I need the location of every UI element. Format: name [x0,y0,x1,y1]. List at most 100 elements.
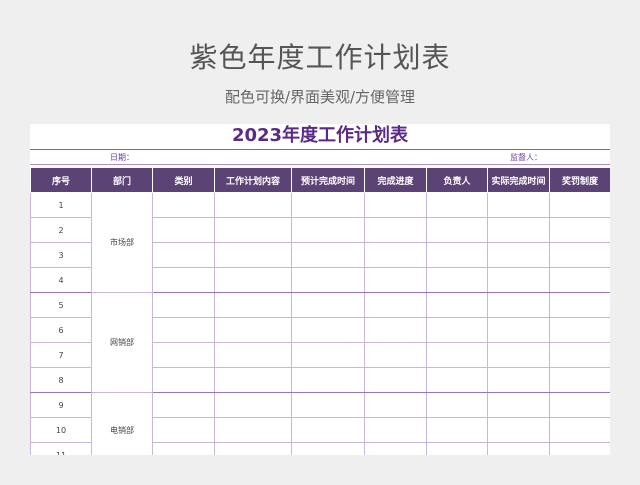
table-cell[interactable] [214,317,292,343]
table-cell[interactable] [214,392,292,418]
table-cell[interactable] [426,367,488,393]
row-number[interactable]: 11 [30,442,92,455]
table-cell[interactable] [549,242,610,268]
table-cell[interactable] [364,317,427,343]
table-cell[interactable] [487,417,550,443]
table-cell[interactable] [152,217,215,243]
table-cell[interactable] [549,367,610,393]
table-cell[interactable] [291,417,365,443]
table-cell[interactable] [549,417,610,443]
table-cell[interactable] [549,342,610,368]
column-header[interactable]: 工作计划内容 [214,167,292,193]
table-cell[interactable] [487,442,550,455]
table-cell[interactable] [291,442,365,455]
column-header[interactable]: 预计完成时间 [291,167,365,193]
table-cell[interactable] [152,367,215,393]
table-cell[interactable] [152,417,215,443]
table-cell[interactable] [291,317,365,343]
table-cell[interactable] [214,192,292,218]
row-number[interactable]: 2 [30,217,92,243]
table-cell[interactable] [549,267,610,293]
table-cell[interactable] [214,367,292,393]
table-cell[interactable] [487,267,550,293]
column-header[interactable]: 实际完成时间 [487,167,550,193]
table-cell[interactable] [426,267,488,293]
table-cell[interactable] [152,192,215,218]
table-cell[interactable] [214,242,292,268]
table-cell[interactable] [291,342,365,368]
row-number[interactable]: 6 [30,317,92,343]
table-cell[interactable] [364,392,427,418]
table-cell[interactable] [291,267,365,293]
column-header[interactable]: 奖罚制度 [549,167,610,193]
table-cell[interactable] [214,417,292,443]
table-cell[interactable] [291,217,365,243]
table-cell[interactable] [291,367,365,393]
table-cell[interactable] [426,342,488,368]
table-cell[interactable] [364,217,427,243]
dept-cell[interactable]: 电销部 [91,392,153,455]
table-cell[interactable] [152,242,215,268]
table-cell[interactable] [214,217,292,243]
row-number[interactable]: 5 [30,292,92,318]
table-cell[interactable] [549,392,610,418]
table-cell[interactable] [549,192,610,218]
table-cell[interactable] [487,342,550,368]
table-cell[interactable] [426,217,488,243]
row-number[interactable]: 4 [30,267,92,293]
row-number[interactable]: 10 [30,417,92,443]
table-cell[interactable] [364,267,427,293]
column-header[interactable]: 序号 [30,167,92,193]
table-cell[interactable] [214,442,292,455]
dept-cell[interactable]: 网销部 [91,292,153,393]
table-cell[interactable] [152,292,215,318]
table-cell[interactable] [426,317,488,343]
table-cell[interactable] [487,392,550,418]
table-cell[interactable] [487,242,550,268]
table-cell[interactable] [364,192,427,218]
table-cell[interactable] [487,367,550,393]
table-cell[interactable] [152,392,215,418]
table-cell[interactable] [364,242,427,268]
column-header[interactable]: 类别 [152,167,215,193]
table-cell[interactable] [152,267,215,293]
table-cell[interactable] [487,292,550,318]
table-cell[interactable] [426,242,488,268]
table-cell[interactable] [214,292,292,318]
table-cell[interactable] [364,367,427,393]
table-cell[interactable] [549,217,610,243]
table-cell[interactable] [549,442,610,455]
table-cell[interactable] [549,317,610,343]
table-cell[interactable] [426,292,488,318]
row-number[interactable]: 9 [30,392,92,418]
table-cell[interactable] [291,192,365,218]
column-header[interactable]: 部门 [91,167,153,193]
column-header[interactable]: 负责人 [426,167,488,193]
table-cell[interactable] [487,192,550,218]
table-cell[interactable] [364,417,427,443]
table-cell[interactable] [152,442,215,455]
table-cell[interactable] [152,317,215,343]
table-cell[interactable] [364,292,427,318]
dept-cell[interactable]: 市场部 [91,192,153,293]
row-number[interactable]: 1 [30,192,92,218]
table-cell[interactable] [426,442,488,455]
table-cell[interactable] [487,217,550,243]
table-cell[interactable] [426,192,488,218]
row-number[interactable]: 8 [30,367,92,393]
table-cell[interactable] [214,342,292,368]
table-cell[interactable] [487,317,550,343]
table-cell[interactable] [152,342,215,368]
column-header[interactable]: 完成进度 [364,167,427,193]
table-cell[interactable] [426,417,488,443]
table-cell[interactable] [291,242,365,268]
table-cell[interactable] [549,292,610,318]
table-cell[interactable] [291,392,365,418]
table-cell[interactable] [426,392,488,418]
table-cell[interactable] [364,342,427,368]
table-cell[interactable] [291,292,365,318]
row-number[interactable]: 7 [30,342,92,368]
table-cell[interactable] [364,442,427,455]
table-cell[interactable] [214,267,292,293]
row-number[interactable]: 3 [30,242,92,268]
